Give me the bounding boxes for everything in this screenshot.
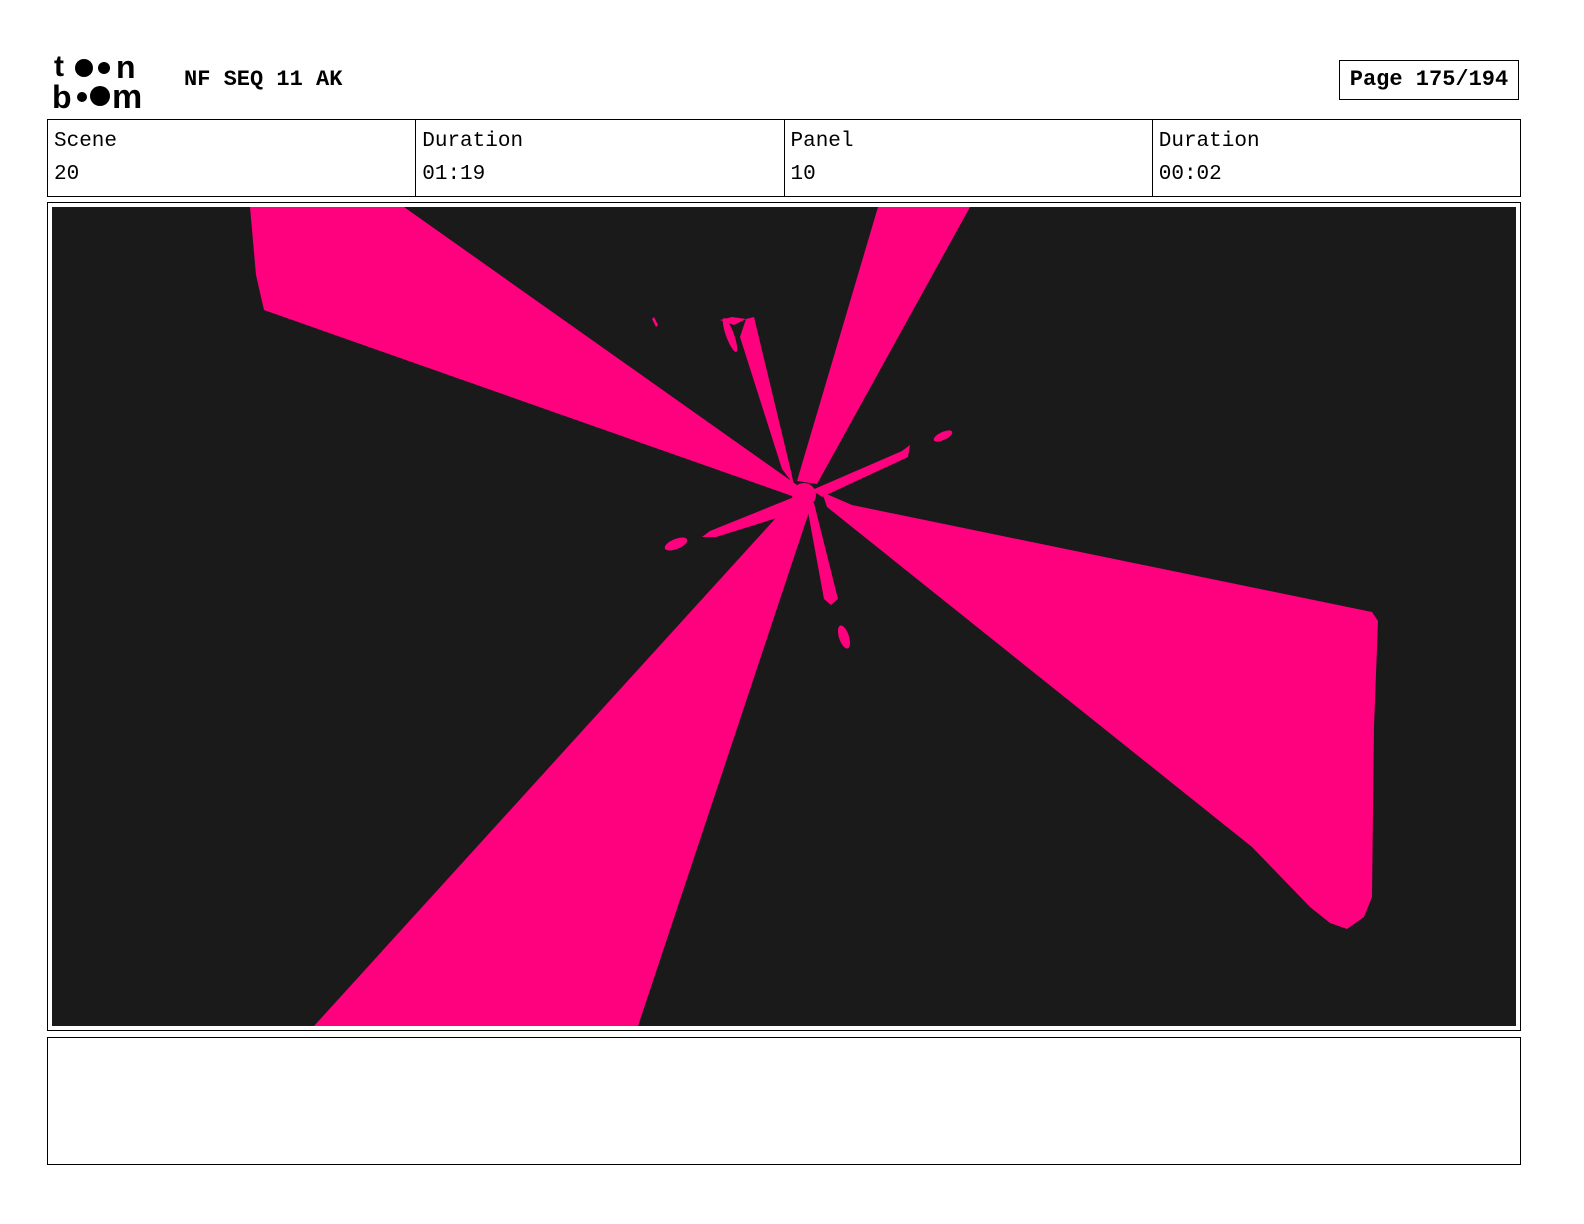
panel-drawing: [52, 207, 1516, 1026]
svg-text:m: m: [112, 78, 142, 112]
scene-info-table: Scene 20 Duration 01:19 Panel 10 Duratio…: [47, 119, 1521, 197]
panel-duration-label: Duration: [1158, 130, 1260, 153]
scene-cell: Scene 20: [48, 120, 415, 196]
scene-duration-label: Duration: [422, 130, 524, 153]
notes-text: [48, 1038, 1520, 1050]
panel-duration-value: 00:02: [1158, 163, 1222, 186]
panel-value: 10: [790, 163, 816, 186]
panel-cell: Panel 10: [783, 120, 1152, 196]
scene-label: Scene: [54, 130, 118, 153]
project-title: NF SEQ 11 AK: [184, 67, 343, 92]
scene-value: 20: [54, 163, 80, 186]
scene-duration-cell: Duration 01:19: [415, 120, 783, 196]
panel-label: Panel: [790, 130, 854, 153]
storyboard-panel-frame: [47, 202, 1521, 1031]
panel-duration-cell: Duration 00:02: [1151, 120, 1520, 196]
toon-boom-logo: t n b m: [52, 50, 142, 112]
panel-notes-box[interactable]: [47, 1037, 1521, 1165]
svg-text:b: b: [52, 79, 72, 112]
scene-duration-value: 01:19: [422, 163, 486, 186]
page-indicator: Page 175/194: [1339, 60, 1519, 100]
